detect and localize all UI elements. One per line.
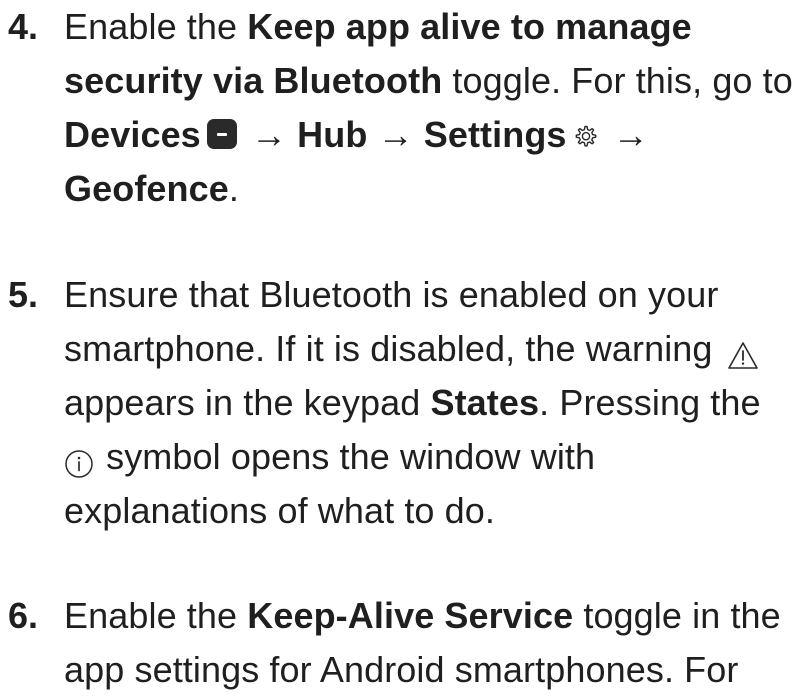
info-icon xyxy=(64,440,94,479)
text-line: Enable the Keep-Alive Service toggle in … xyxy=(64,589,808,643)
geofence-label: Geofence xyxy=(64,168,229,209)
step-text: Enable the Keep app alive to manage secu… xyxy=(64,0,808,216)
text-line: Ensure that Bluetooth is enabled on your xyxy=(64,274,719,315)
text-line: Devices → Hub → Settings → xyxy=(64,108,808,162)
text-line: security via Bluetooth toggle. For this,… xyxy=(64,54,808,108)
text-span: . Pressing the xyxy=(539,382,761,423)
text-line: explanations of what to do. xyxy=(64,490,495,531)
text-span: Enable the xyxy=(64,595,248,636)
text-line: app settings for Android smartphones. Fo… xyxy=(64,649,739,690)
settings-label: Settings xyxy=(423,114,567,155)
hub-label: Hub xyxy=(297,114,368,155)
text-span: appears in the keypad xyxy=(64,382,431,423)
text-line: Geofence. xyxy=(64,162,808,216)
text-line: smartphone. If it is disabled, the warni… xyxy=(64,322,808,376)
warning-icon xyxy=(727,332,759,370)
step-number: 6. xyxy=(8,595,39,636)
text-span: symbol opens the window with xyxy=(96,436,596,477)
text-line: Enable the Keep app alive to manage xyxy=(64,0,808,54)
text-line: symbol opens the window with xyxy=(64,430,808,484)
text-span: toggle. For this, go to xyxy=(442,60,793,101)
devices-label: Devices xyxy=(64,114,201,155)
arrow-text: → xyxy=(602,114,649,155)
text-span: smartphone. If it is disabled, the warni… xyxy=(64,328,723,369)
states-label: States xyxy=(430,382,540,423)
step-number: 4. xyxy=(8,6,39,47)
text-line: appears in the keypad States. Pressing t… xyxy=(64,376,808,430)
devices-icon xyxy=(206,119,237,150)
step-text: Ensure that Bluetooth is enabled on your… xyxy=(64,268,808,538)
step-text: Enable the Keep-Alive Service toggle in … xyxy=(64,589,808,697)
keep-alive-label: Keep-Alive Service xyxy=(247,595,574,636)
step-number: 5. xyxy=(8,274,39,315)
gear-icon xyxy=(571,112,601,148)
text-span: Enable the xyxy=(64,6,248,47)
text-span: . xyxy=(228,168,239,209)
arrow-text: → xyxy=(240,114,298,155)
arrow-text: → xyxy=(367,114,424,155)
bold-text: Keep app alive to manage xyxy=(247,6,692,47)
bold-text: security via Bluetooth xyxy=(64,60,443,101)
text-span: toggle in the xyxy=(573,595,781,636)
